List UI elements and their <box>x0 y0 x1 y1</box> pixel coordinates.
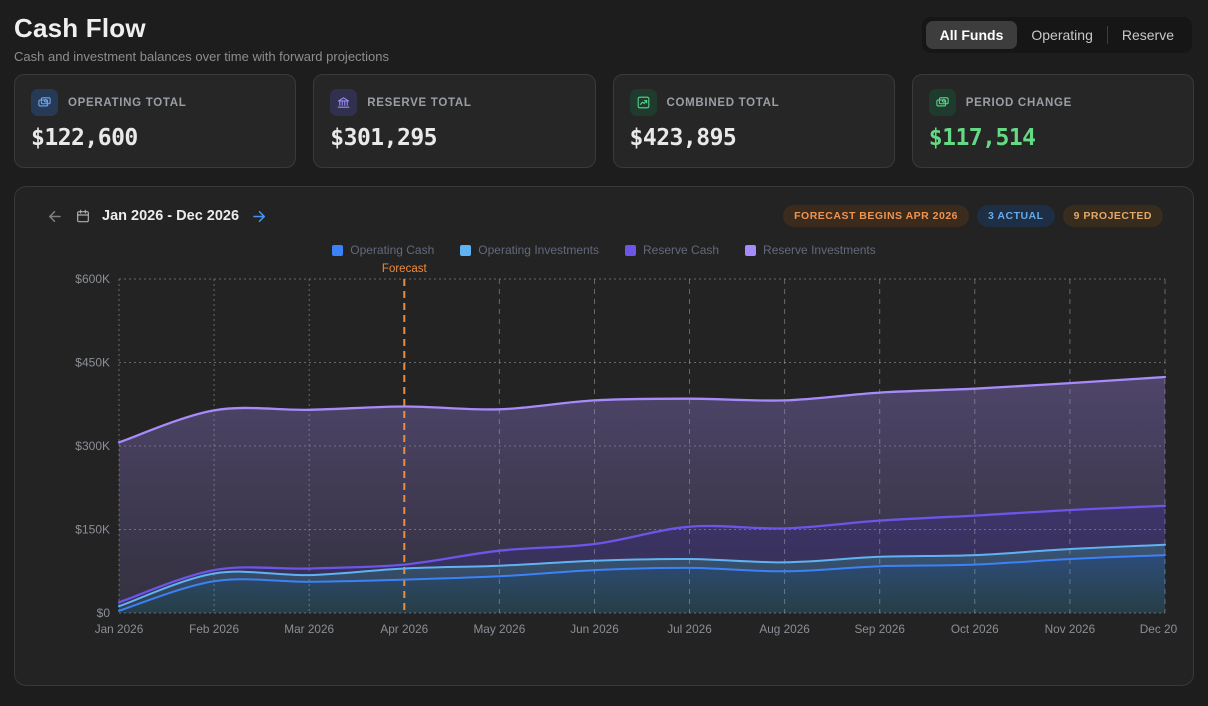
legend-swatch <box>625 245 636 256</box>
chart-svg[interactable]: Forecast $0 $150K $300K $450K $600K Jan 2026 Fe… <box>31 259 1177 641</box>
stat-label: RESERVE TOTAL <box>367 97 471 109</box>
stat-card-combined-total: COMBINED TOTAL $423,895 <box>613 74 895 168</box>
legend-label: Operating Cash <box>350 243 434 257</box>
svg-text:Jun 2026: Jun 2026 <box>570 622 619 636</box>
stat-icon-chip <box>330 89 357 116</box>
stat-card-operating-total: OPERATING TOTAL $122,600 <box>14 74 296 168</box>
legend-label: Reserve Cash <box>643 243 719 257</box>
calendar-icon <box>75 208 91 224</box>
legend-item-operating-cash[interactable]: Operating Cash <box>332 243 434 257</box>
legend-label: Reserve Investments <box>763 243 876 257</box>
prev-period-button[interactable] <box>45 207 64 226</box>
svg-text:$600K: $600K <box>75 272 110 286</box>
stat-icon-chip <box>31 89 58 116</box>
legend-item-reserve-investments[interactable]: Reserve Investments <box>745 243 876 257</box>
next-period-button[interactable] <box>250 207 269 226</box>
tab-operating[interactable]: Operating <box>1017 21 1106 49</box>
svg-text:Jul 2026: Jul 2026 <box>667 622 712 636</box>
svg-text:Dec 2026: Dec 2026 <box>1140 622 1177 636</box>
stat-card-period-change: PERIOD CHANGE $117,514 <box>912 74 1194 168</box>
arrow-left-icon <box>45 207 64 226</box>
legend-item-reserve-cash[interactable]: Reserve Cash <box>625 243 719 257</box>
badge-9-projected: 9 PROJECTED <box>1063 205 1163 227</box>
svg-text:Apr 2026: Apr 2026 <box>380 622 428 636</box>
date-navigation: Jan 2026 - Dec 2026 <box>45 207 269 226</box>
stat-label: PERIOD CHANGE <box>966 97 1072 109</box>
cashflow-chart[interactable]: Forecast $0 $150K $300K $450K $600K Jan 2026 Fe… <box>31 259 1177 641</box>
badge-forecast-begins-apr-2026: FORECAST BEGINS APR 2026 <box>783 205 969 227</box>
title-block: Cash Flow Cash and investment balances o… <box>14 13 389 64</box>
banknotes-icon <box>37 95 52 110</box>
banknotes-icon <box>935 95 950 110</box>
stat-value: $117,514 <box>929 125 1177 151</box>
page-subtitle: Cash and investment balances over time w… <box>14 49 389 64</box>
stat-value: $122,600 <box>31 125 279 151</box>
stats-row: OPERATING TOTAL $122,600 RESERVE TOTAL $… <box>0 74 1208 168</box>
svg-text:Sep 2026: Sep 2026 <box>854 622 905 636</box>
stat-card-header: RESERVE TOTAL <box>330 89 578 116</box>
svg-text:$450K: $450K <box>75 356 110 370</box>
page-title: Cash Flow <box>14 13 389 44</box>
stat-value: $301,295 <box>330 125 578 151</box>
svg-text:Feb 2026: Feb 2026 <box>189 622 239 636</box>
page-header: Cash Flow Cash and investment balances o… <box>0 0 1208 74</box>
arrow-right-icon <box>250 207 269 226</box>
x-axis-labels: Jan 2026 Feb 2026 Mar 2026 Apr 2026 May 2026… <box>95 622 1177 636</box>
chart-panel: Jan 2026 - Dec 2026 FORECAST BEGINS APR … <box>14 186 1194 686</box>
svg-text:May 2026: May 2026 <box>473 622 525 636</box>
fund-scope-tabs: All FundsOperatingReserve <box>922 17 1192 53</box>
chart-legend: Operating Cash Operating Investments Reser… <box>31 243 1177 257</box>
svg-text:$0: $0 <box>97 606 111 620</box>
legend-swatch <box>332 245 343 256</box>
stat-card-header: PERIOD CHANGE <box>929 89 1177 116</box>
svg-text:Nov 2026: Nov 2026 <box>1045 622 1096 636</box>
stat-label: COMBINED TOTAL <box>667 97 780 109</box>
legend-swatch <box>745 245 756 256</box>
y-axis-labels: $0 $150K $300K $450K $600K <box>75 272 110 620</box>
stat-icon-chip <box>630 89 657 116</box>
legend-item-operating-investments[interactable]: Operating Investments <box>460 243 599 257</box>
svg-text:$300K: $300K <box>75 439 110 453</box>
svg-text:Oct 2026: Oct 2026 <box>951 622 999 636</box>
stat-icon-chip <box>929 89 956 116</box>
chart-up-icon <box>636 95 651 110</box>
status-badges: FORECAST BEGINS APR 2026 3 ACTUAL 9 PROJEC… <box>783 205 1163 227</box>
tab-all-funds[interactable]: All Funds <box>926 21 1018 49</box>
date-range-label: Jan 2026 - Dec 2026 <box>102 208 239 224</box>
tab-reserve[interactable]: Reserve <box>1108 21 1188 49</box>
stat-value: $423,895 <box>630 125 878 151</box>
svg-text:Jan 2026: Jan 2026 <box>95 622 144 636</box>
svg-text:$150K: $150K <box>75 523 110 537</box>
stat-card-header: OPERATING TOTAL <box>31 89 279 116</box>
stat-card-reserve-total: RESERVE TOTAL $301,295 <box>313 74 595 168</box>
legend-label: Operating Investments <box>478 243 599 257</box>
stat-label: OPERATING TOTAL <box>68 97 186 109</box>
svg-text:Mar 2026: Mar 2026 <box>284 622 334 636</box>
bank-icon <box>336 95 351 110</box>
chart-header: Jan 2026 - Dec 2026 FORECAST BEGINS APR … <box>31 199 1177 227</box>
stat-card-header: COMBINED TOTAL <box>630 89 878 116</box>
legend-swatch <box>460 245 471 256</box>
badge-3-actual: 3 ACTUAL <box>977 205 1055 227</box>
svg-text:Aug 2026: Aug 2026 <box>759 622 810 636</box>
forecast-label: Forecast <box>382 263 428 275</box>
